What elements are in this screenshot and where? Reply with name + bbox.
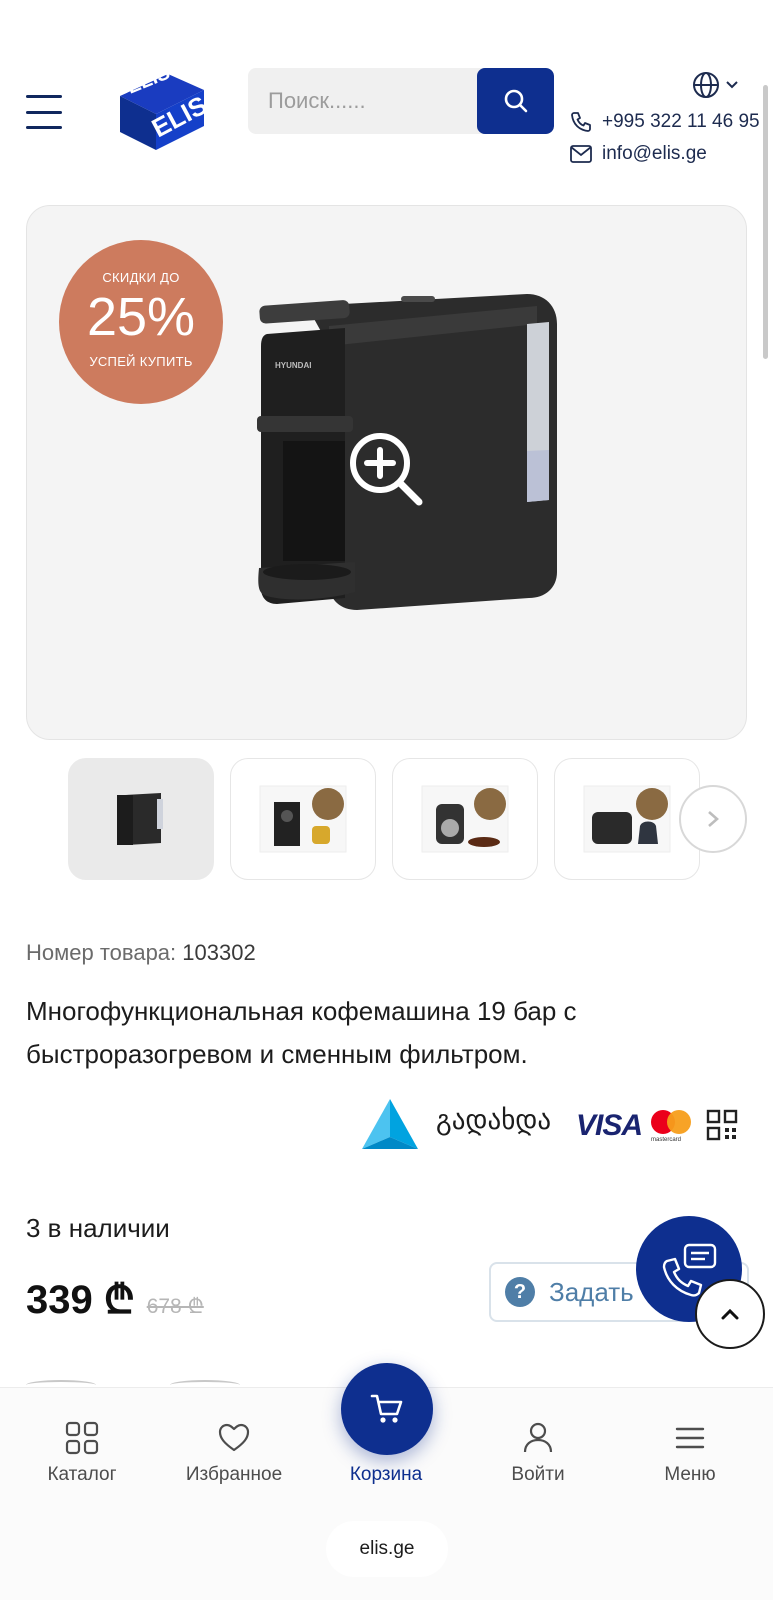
- browser-domain-pill[interactable]: elis.ge: [326, 1521, 448, 1577]
- nav-catalog[interactable]: Каталог: [7, 1418, 157, 1486]
- mail-icon: [570, 145, 592, 163]
- thumbnail[interactable]: [68, 758, 214, 880]
- nav-catalog-label: Каталог: [47, 1464, 117, 1485]
- payment-methods: გადახდა VISA mastercard: [360, 1095, 752, 1153]
- nav-favorites[interactable]: Избранное: [159, 1418, 309, 1486]
- header: ELIS ELIS +995 322 11 46 95: [0, 0, 773, 190]
- sku-label: Номер товара:: [26, 940, 177, 965]
- discount-badge: СКИДКИ ДО 25% УСПЕЙ КУПИТЬ: [59, 240, 223, 404]
- nav-favorites-label: Избранное: [185, 1464, 283, 1485]
- email-contact[interactable]: info@elis.ge: [570, 143, 707, 165]
- email-address: info@elis.ge: [602, 143, 707, 164]
- menu-icon: [675, 1427, 705, 1449]
- nav-login[interactable]: Войти: [463, 1418, 613, 1486]
- thumbnail-next-button[interactable]: [679, 785, 747, 853]
- chevron-right-icon: [708, 811, 719, 827]
- product-title: Многофункциональная кофемашина 19 бар с …: [26, 996, 577, 1069]
- nav-cart-label: Корзина: [349, 1464, 423, 1485]
- zoom-in-icon[interactable]: [347, 430, 427, 510]
- svg-text:HYUNDAI: HYUNDAI: [275, 361, 311, 370]
- stock-status: 3 в наличии: [26, 1213, 170, 1243]
- tbc-logo-icon: [362, 1099, 418, 1149]
- visa-logo: VISA: [576, 1109, 643, 1142]
- chevron-down-icon: [726, 81, 738, 89]
- qr-code-icon: [706, 1109, 738, 1141]
- old-price: 678 ₾: [146, 1295, 204, 1318]
- nav-menu[interactable]: Меню: [615, 1418, 765, 1486]
- product-gallery[interactable]: СКИДКИ ДО 25% УСПЕЙ КУПИТЬ HYUNDAI: [26, 205, 747, 740]
- price-block: 339 ₾ 678 ₾: [26, 1270, 204, 1325]
- thumbnail[interactable]: [230, 758, 376, 880]
- elis-logo[interactable]: ELIS ELIS: [112, 60, 212, 152]
- phone-contact[interactable]: +995 322 11 46 95: [570, 111, 760, 133]
- nav-login-label: Войти: [511, 1464, 565, 1485]
- scroll-to-top-button[interactable]: [695, 1279, 765, 1349]
- ask-label: Задать: [549, 1276, 634, 1307]
- phone-number: +995 322 11 46 95: [602, 111, 760, 132]
- phone-icon: [571, 112, 591, 132]
- user-icon: [523, 1422, 553, 1453]
- scrollbar[interactable]: [763, 85, 768, 359]
- badge-bottom-text: УСПЕЙ КУПИТЬ: [89, 354, 193, 369]
- search-input[interactable]: [248, 68, 478, 134]
- product-sku: Номер товара: 103302: [26, 940, 256, 966]
- search-button[interactable]: [477, 68, 554, 134]
- cart-button[interactable]: [341, 1363, 433, 1455]
- language-selector[interactable]: [692, 70, 744, 100]
- badge-value: 25%: [86, 287, 196, 347]
- svg-text:mastercard: mastercard: [651, 1137, 681, 1143]
- badge-top-text: СКИДКИ ДО: [102, 270, 180, 285]
- thumbnail-strip: [68, 758, 748, 882]
- globe-icon: [693, 72, 719, 98]
- current-price: 339 ₾: [26, 1278, 135, 1322]
- search-icon: [504, 89, 527, 113]
- thumbnail[interactable]: [392, 758, 538, 880]
- mastercard-logo-icon: mastercard: [651, 1110, 691, 1143]
- hamburger-menu-button[interactable]: [26, 95, 62, 129]
- sku-value: 103302: [182, 940, 256, 965]
- heart-icon: [218, 1423, 250, 1452]
- question-icon: ?: [505, 1277, 535, 1307]
- cart-icon: [370, 1394, 403, 1423]
- nav-menu-label: Меню: [664, 1464, 716, 1485]
- chevron-up-icon: [721, 1308, 739, 1320]
- grid-icon: [65, 1421, 99, 1455]
- bottom-navigation: Каталог Избранное Корзина Войти Меню eli…: [0, 1363, 773, 1600]
- payment-label: გადახდა: [436, 1105, 552, 1135]
- search-bar: [248, 68, 554, 134]
